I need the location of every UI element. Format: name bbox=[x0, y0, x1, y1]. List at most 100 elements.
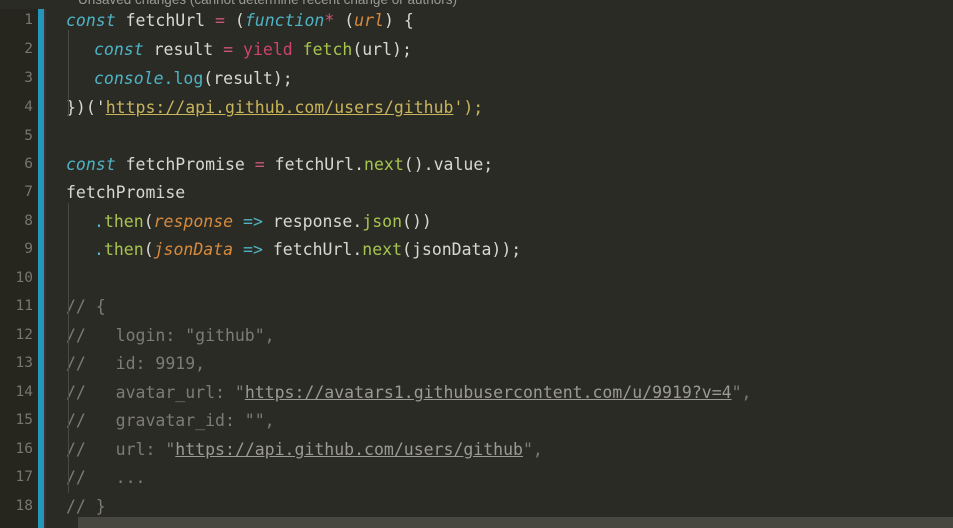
identifier-fetchpromise: fetchPromise bbox=[66, 183, 186, 202]
gutter-separator bbox=[44, 0, 46, 528]
operator-assign: = bbox=[223, 40, 234, 59]
comment-text-tail: ", bbox=[731, 383, 752, 402]
line-number: 6 bbox=[24, 156, 33, 172]
code-line-16[interactable]: // url: "https://api.github.com/users/gi… bbox=[46, 435, 543, 464]
paren-open: ( bbox=[234, 11, 245, 30]
unsaved-changes-text: Unsaved changes (cannot determine recent… bbox=[78, 0, 457, 9]
code-line-13[interactable]: // id: 9919, bbox=[46, 349, 205, 378]
keyword-function: function bbox=[244, 11, 325, 30]
indent-guide bbox=[68, 30, 69, 116]
code-line-17[interactable]: // ... bbox=[46, 463, 145, 492]
arrow-operator: => bbox=[243, 212, 263, 231]
comment-text: // id: 9919, bbox=[66, 354, 206, 373]
param-jsondata: jsonData bbox=[153, 240, 234, 259]
paren-open-params: ( bbox=[344, 11, 355, 30]
code-line-12[interactable]: // login: "github", bbox=[46, 321, 275, 350]
line-number: 15 bbox=[15, 412, 33, 428]
string-close: '); bbox=[453, 98, 484, 117]
line-number: 10 bbox=[15, 270, 33, 286]
arrow-operator: => bbox=[243, 240, 263, 259]
line-number: 4 bbox=[24, 99, 33, 115]
paren-open: ( bbox=[143, 212, 154, 231]
object-fetchurl: fetchUrl. bbox=[272, 240, 363, 259]
object-fetchurl: fetchUrl. bbox=[274, 155, 365, 174]
line-number: 9 bbox=[24, 241, 33, 257]
code-text-area[interactable]: const fetchUrl = (function* (url) { cons… bbox=[46, 0, 953, 528]
line-number: 13 bbox=[15, 355, 33, 371]
line-number: 8 bbox=[24, 213, 33, 229]
code-line-10-empty[interactable] bbox=[46, 264, 66, 293]
line-number: 2 bbox=[24, 41, 33, 57]
paren-close: ) bbox=[383, 11, 394, 30]
url-link-avatar[interactable]: https://avatars1.githubusercontent.com/u… bbox=[245, 383, 732, 402]
method-json: json bbox=[362, 212, 403, 231]
comment-text: // url: " bbox=[66, 440, 176, 459]
identifier-result: result bbox=[153, 40, 214, 59]
line-number: 17 bbox=[15, 469, 33, 485]
unsaved-changes-notice: Unsaved changes (cannot determine recent… bbox=[0, 0, 953, 9]
param-url: url bbox=[354, 11, 384, 30]
keyword-const: const bbox=[66, 155, 116, 174]
line-number-gutter: 1 2 3 4 5 6 7 8 9 10 11 12 13 14 15 16 1… bbox=[0, 0, 38, 528]
horizontal-scrollbar-track[interactable] bbox=[78, 517, 953, 528]
code-line-5-empty[interactable] bbox=[46, 122, 66, 151]
code-line-4[interactable]: })('https://api.github.com/users/github'… bbox=[46, 93, 483, 122]
line-number: 18 bbox=[15, 498, 33, 514]
object-response: response. bbox=[272, 212, 363, 231]
code-line-14[interactable]: // avatar_url: "https://avatars1.githubu… bbox=[46, 378, 751, 407]
line-number: 11 bbox=[15, 298, 33, 314]
generator-star: * bbox=[324, 11, 335, 30]
code-line-2[interactable]: const result = yield fetch(url); bbox=[46, 35, 412, 64]
object-console: console bbox=[94, 69, 164, 88]
comment-text: // ... bbox=[66, 468, 146, 487]
comment-text-tail: ", bbox=[522, 440, 543, 459]
code-line-9[interactable]: .then(jsonData => fetchUrl.next(jsonData… bbox=[46, 235, 521, 264]
method-next: next bbox=[364, 155, 404, 174]
method-log: .log bbox=[163, 69, 204, 88]
keyword-const: const bbox=[66, 11, 116, 30]
brace-open: { bbox=[403, 11, 414, 30]
operator-assign: = bbox=[254, 155, 265, 174]
line-number: 1 bbox=[24, 12, 33, 28]
comment-text: // gravatar_id: "", bbox=[66, 411, 275, 430]
log-args: (result); bbox=[203, 69, 293, 88]
url-link-users-github[interactable]: https://api.github.com/users/github bbox=[175, 440, 523, 459]
horizontal-scrollbar-thumb[interactable] bbox=[78, 517, 953, 528]
line-number: 14 bbox=[15, 384, 33, 400]
fetch-args: (url); bbox=[352, 40, 412, 59]
property-value: ().value; bbox=[403, 155, 494, 174]
line-number: 12 bbox=[15, 327, 33, 343]
iife-close-open: })(' bbox=[66, 98, 106, 117]
line-number: 3 bbox=[24, 70, 33, 86]
comment-text: // } bbox=[66, 497, 106, 516]
keyword-const: const bbox=[94, 40, 144, 59]
function-fetch: fetch bbox=[302, 40, 353, 59]
code-editor: 1 2 3 4 5 6 7 8 9 10 11 12 13 14 15 16 1… bbox=[0, 0, 953, 528]
comment-text: // { bbox=[66, 297, 106, 316]
method-then: then bbox=[103, 212, 144, 231]
method-then: then bbox=[103, 240, 144, 259]
keyword-yield: yield bbox=[243, 40, 293, 59]
code-line-11[interactable]: // { bbox=[46, 292, 106, 321]
comment-text: // avatar_url: " bbox=[66, 383, 245, 402]
identifier-fetchpromise: fetchPromise bbox=[125, 155, 245, 174]
code-line-6[interactable]: const fetchPromise = fetchUrl.next().val… bbox=[46, 150, 493, 179]
call-close: ()) bbox=[402, 212, 432, 231]
code-line-8[interactable]: .then(response => response.json()) bbox=[46, 207, 432, 236]
line-number: 16 bbox=[15, 441, 33, 457]
line-number: 7 bbox=[24, 184, 33, 200]
url-link-api-github[interactable]: https://api.github.com/users/github bbox=[106, 98, 454, 117]
code-line-15[interactable]: // gravatar_id: "", bbox=[46, 406, 275, 435]
dot-operator: . bbox=[94, 212, 104, 231]
line-number: 5 bbox=[24, 128, 33, 144]
indent-guide bbox=[68, 203, 69, 493]
dot-operator: . bbox=[94, 240, 104, 259]
comment-text: // login: "github", bbox=[66, 326, 275, 345]
code-line-1[interactable]: const fetchUrl = (function* (url) { bbox=[46, 6, 414, 35]
code-line-7[interactable]: fetchPromise bbox=[46, 178, 185, 207]
paren-open: ( bbox=[143, 240, 154, 259]
identifier-fetchurl: fetchUrl bbox=[125, 11, 206, 30]
call-close: (jsonData)); bbox=[402, 240, 522, 259]
param-response: response bbox=[153, 212, 234, 231]
code-line-3[interactable]: console.log(result); bbox=[46, 64, 293, 93]
